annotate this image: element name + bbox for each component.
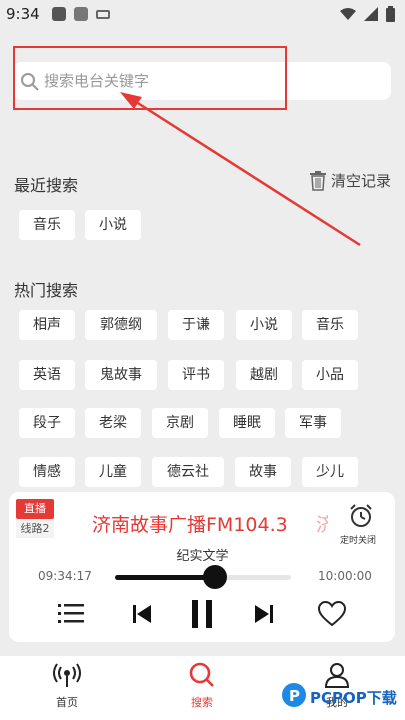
hot-chip[interactable]: 儿童 [85,457,141,487]
nav-search[interactable]: 搜索 [172,662,232,710]
sleep-timer-button[interactable]: 定时关闭 [340,503,378,546]
status-bar: 9:34 [0,0,405,30]
hot-chip[interactable]: 相声 [19,310,75,340]
hot-chip[interactable]: 睡眠 [219,408,275,438]
notification-icon [52,7,66,21]
alarm-clock-icon [350,504,372,527]
hot-chip[interactable]: 评书 [168,360,224,390]
hot-chip[interactable]: 老梁 [85,408,141,438]
hot-chip[interactable]: 小说 [236,310,292,340]
hot-chip[interactable]: 故事 [235,457,291,487]
search-icon [189,662,214,687]
hot-chip[interactable]: 小品 [302,360,358,390]
nav-home-label: 首页 [56,696,78,709]
time-current: 09:34:17 [38,569,92,583]
hot-chip[interactable]: 郭德纲 [85,310,157,340]
trash-icon [309,170,326,191]
pcpop-logo-icon: P [282,683,306,707]
wifi-icon [340,8,356,20]
hot-chip[interactable]: 段子 [19,408,75,438]
status-icons [340,6,395,22]
station-title-marquee: 济 [316,514,328,536]
heart-icon[interactable] [318,601,346,627]
station-title: 济南故事广播FM104.3 [92,514,288,536]
hot-chip[interactable]: 京剧 [152,408,208,438]
radio-tower-icon [53,663,81,687]
search-input[interactable] [44,62,374,100]
previous-icon[interactable] [132,604,152,624]
clear-history-button[interactable]: 清空记录 [309,170,391,191]
hot-chip[interactable]: 德云社 [152,457,224,487]
live-badge: 直播 [16,499,54,519]
time-end: 10:00:00 [318,569,372,583]
playlist-icon[interactable] [58,603,84,625]
battery-icon [386,6,395,22]
hot-chip[interactable]: 少儿 [302,457,358,487]
recent-chip[interactable]: 音乐 [19,210,75,240]
search-icon [21,73,39,91]
keyboard-icon [96,10,110,19]
hot-chip[interactable]: 英语 [19,360,75,390]
recent-search-title: 最近搜索 [14,176,79,195]
progress-fill [115,575,216,580]
recent-chip[interactable]: 小说 [85,210,141,240]
nav-home[interactable]: 首页 [37,662,97,710]
nav-search-label: 搜索 [191,696,213,709]
hot-chip[interactable]: 越剧 [236,360,292,390]
watermark: P PCPOP下载 [280,682,397,712]
hot-search-title: 热门搜索 [14,281,79,300]
svg-text:P: P [289,687,300,705]
hot-chip[interactable]: 情感 [19,457,75,487]
next-icon[interactable] [254,604,274,624]
watermark-text: PCPOP下载 [310,688,397,707]
status-time: 9:34 [6,5,40,23]
signal-icon [364,7,378,21]
hot-chip[interactable]: 鬼故事 [85,360,157,390]
app-notification-icon [74,7,88,21]
hot-chip[interactable]: 于谦 [168,310,224,340]
program-name: 纪实文学 [176,549,229,564]
pause-icon[interactable] [190,600,214,628]
hot-chip[interactable]: 音乐 [302,310,358,340]
hot-chip[interactable]: 军事 [285,408,341,438]
clear-history-label: 清空记录 [330,172,391,190]
line-switch-button[interactable]: 线路2 [16,519,54,538]
